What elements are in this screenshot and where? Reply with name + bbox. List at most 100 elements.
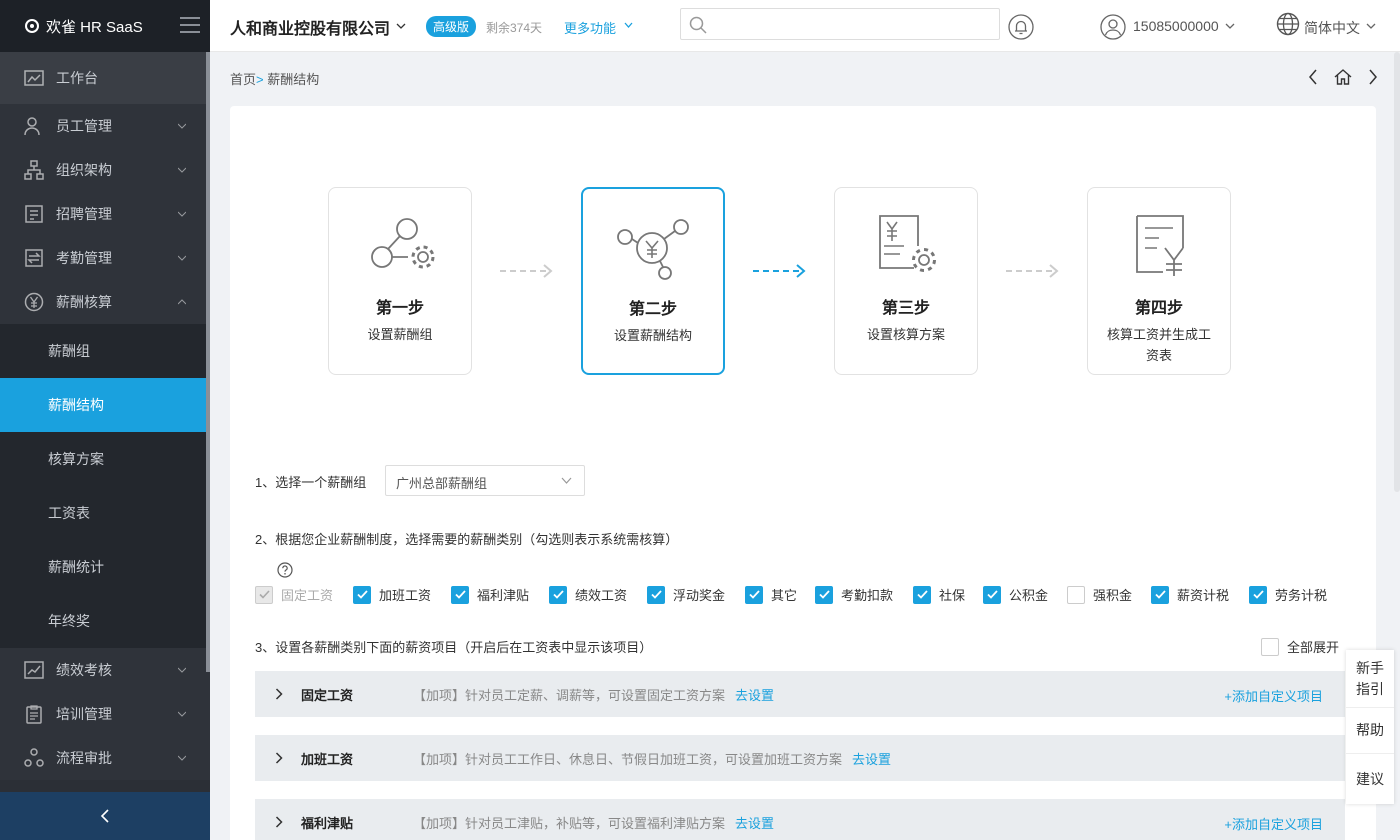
home-button[interactable] (1334, 69, 1352, 85)
sidebar-subitem-payslip[interactable]: 工资表 (0, 486, 210, 540)
step-4[interactable]: 第四步 核算工资并生成工资表 (1087, 187, 1231, 375)
search-input[interactable] (680, 8, 1000, 40)
checkbox-box[interactable] (815, 585, 833, 604)
checkbox-box[interactable] (647, 585, 665, 604)
chevron-down-icon (178, 211, 186, 217)
sidebar-item-attendance[interactable]: 考勤管理 (0, 236, 210, 280)
step-1[interactable]: 第一步 设置薪酬组 (328, 187, 472, 375)
step-3[interactable]: 第三步 设置核算方案 (834, 187, 978, 375)
chevron-left-icon (1309, 69, 1317, 85)
globe-icon[interactable] (1276, 12, 1300, 36)
chevron-right-icon (1369, 69, 1377, 85)
user-phone[interactable]: 15085000000 (1133, 18, 1219, 34)
sidebar-item-training[interactable]: 培训管理 (0, 692, 210, 736)
bell-icon[interactable] (1008, 14, 1034, 40)
chevron-down-icon[interactable] (624, 22, 633, 29)
app-logo[interactable]: 欢雀 HR SaaS (0, 0, 210, 52)
sidebar-submenu: 薪酬组 薪酬结构 核算方案 工资表 薪酬统计 年终奖 (0, 324, 210, 648)
checkbox-label: 固定工资 (281, 588, 334, 603)
more-features-link[interactable]: 更多功能 (564, 18, 616, 37)
sidebar-item-payroll[interactable]: 薪酬核算 (0, 280, 210, 324)
sidebar-subitem-bonus[interactable]: 年终奖 (0, 594, 210, 648)
checkbox-box[interactable] (1249, 585, 1267, 604)
checkbox-box[interactable] (1261, 637, 1279, 656)
checkbox-box[interactable] (1151, 585, 1169, 604)
checkbox-overtime[interactable]: 加班工资 (353, 585, 431, 604)
sidebar-subitem-salary-structure[interactable]: 薪酬结构 (0, 378, 210, 432)
clipboard-icon (26, 705, 42, 724)
menu-toggle-icon[interactable] (180, 16, 200, 34)
company-name[interactable]: 人和商业控股有限公司 (230, 15, 390, 39)
sidebar-subitem-statistics[interactable]: 薪酬统计 (0, 540, 210, 594)
checkbox-box[interactable] (353, 585, 371, 604)
user-avatar-icon[interactable] (1100, 14, 1126, 40)
check-icon (916, 590, 928, 599)
expand-all-checkbox[interactable]: 全部展开 (1261, 637, 1339, 656)
checkbox-housing-fund[interactable]: 公积金 (983, 585, 1048, 604)
salary-group-select[interactable]: 广州总部薪酬组 (385, 465, 585, 496)
step-2[interactable]: 第二步 设置薪酬结构 (581, 187, 725, 375)
sidebar-item-recruit[interactable]: 招聘管理 (0, 192, 210, 236)
checkbox-other[interactable]: 其它 (745, 585, 797, 604)
category-row-fixed-salary[interactable]: 固定工资 【加项】针对员工定薪、调薪等，可设置固定工资方案 去设置 +添加自定义… (255, 671, 1345, 717)
help-button[interactable]: 帮助 (1346, 708, 1394, 754)
suggestion-button[interactable]: 建议 (1346, 754, 1394, 804)
sidebar-item-label: 流程审批 (56, 750, 112, 766)
check-icon (552, 590, 564, 599)
checkbox-salary-tax[interactable]: 薪资计税 (1151, 585, 1229, 604)
chevron-up-icon (178, 299, 186, 305)
breadcrumb-home[interactable]: 首页 (230, 72, 256, 87)
checkbox-box[interactable] (983, 585, 1001, 604)
chevron-right-icon[interactable] (275, 688, 283, 700)
checkbox-box[interactable] (549, 585, 567, 604)
sidebar-subitem-calc-plan[interactable]: 核算方案 (0, 432, 210, 486)
checkbox-labor-tax[interactable]: 劳务计税 (1249, 585, 1327, 604)
category-row-overtime[interactable]: 加班工资 【加项】针对员工工作日、休息日、节假日加班工资，可设置加班工资方案 去… (255, 735, 1345, 781)
add-custom-item-link[interactable]: +添加自定义项目 (1224, 686, 1323, 705)
checkbox-box[interactable] (451, 585, 469, 604)
help-icon[interactable] (277, 562, 293, 578)
sidebar-item-performance[interactable]: 绩效考核 (0, 648, 210, 692)
checkbox-bonus[interactable]: 浮动奖金 (647, 585, 725, 604)
logo-icon (25, 19, 39, 33)
checkbox-performance[interactable]: 绩效工资 (549, 585, 627, 604)
check-icon (986, 590, 998, 599)
sidebar-item-org[interactable]: 组织架构 (0, 148, 210, 192)
page-scrollbar[interactable] (1394, 52, 1400, 492)
edition-badge: 高级版 (426, 16, 477, 37)
home-icon (1334, 69, 1352, 85)
sidebar-item-employees[interactable]: 员工管理 (0, 104, 210, 148)
checkbox-label: 公积金 (1009, 588, 1049, 603)
chevron-right-icon[interactable] (275, 816, 283, 828)
checkbox-box[interactable] (913, 585, 931, 604)
next-page-button[interactable] (1368, 69, 1378, 85)
category-settings-link[interactable]: 去设置 (735, 685, 774, 704)
chevron-down-icon[interactable] (1366, 23, 1376, 30)
salary-group-label: 1、选择一个薪酬组 (255, 475, 367, 490)
checkbox-box[interactable] (1067, 585, 1085, 604)
category-desc: 【加项】针对员工工作日、休息日、节假日加班工资，可设置加班工资方案 (413, 751, 843, 767)
category-row-welfare[interactable]: 福利津贴 【加项】针对员工津贴，补贴等，可设置福利津贴方案 去设置 +添加自定义… (255, 799, 1345, 840)
chevron-down-icon (178, 711, 186, 717)
chevron-down-icon[interactable] (1225, 23, 1235, 30)
category-settings-link[interactable]: 去设置 (852, 749, 891, 768)
checkbox-mpf[interactable]: 强积金 (1067, 585, 1132, 604)
sidebar-item-workflow[interactable]: 流程审批 (0, 736, 210, 780)
beginner-guide-button[interactable]: 新手指引 (1346, 650, 1394, 708)
prev-page-button[interactable] (1308, 69, 1318, 85)
add-custom-item-link[interactable]: +添加自定义项目 (1224, 814, 1323, 833)
category-settings-link[interactable]: 去设置 (735, 813, 774, 832)
language-selector[interactable]: 简体中文 (1304, 18, 1360, 38)
sidebar-collapse-button[interactable] (0, 792, 210, 840)
checkbox-attendance-deduction[interactable]: 考勤扣款 (815, 585, 893, 604)
checkbox-box[interactable] (745, 585, 763, 604)
checkbox-label: 加班工资 (379, 588, 432, 603)
sidebar-scrollbar[interactable] (206, 52, 210, 672)
chevron-down-icon[interactable] (396, 22, 406, 30)
checkbox-social-insurance[interactable]: 社保 (913, 585, 965, 604)
sidebar-subitem-salary-group[interactable]: 薪酬组 (0, 324, 210, 378)
dashboard-icon (24, 70, 44, 86)
sidebar-item-dashboard[interactable]: 工作台 (0, 52, 210, 104)
checkbox-welfare[interactable]: 福利津贴 (451, 585, 529, 604)
chevron-right-icon[interactable] (275, 752, 283, 764)
